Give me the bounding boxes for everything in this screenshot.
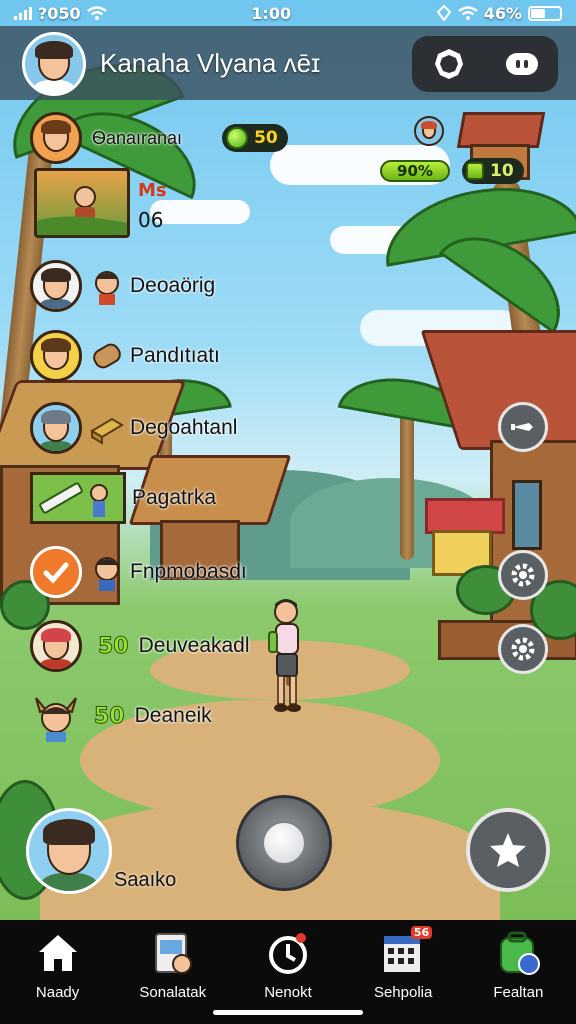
- tab-label: Sonalatak: [139, 984, 207, 1001]
- tab-badge: 56: [410, 926, 433, 939]
- house-level-icon: [466, 162, 484, 180]
- scroll-icon: [90, 337, 124, 375]
- list-item[interactable]: Fnpmobasdı: [30, 546, 247, 598]
- list-item[interactable]: Pagatrka: [30, 472, 216, 524]
- list-item-label: Pandıtıatı: [130, 344, 220, 367]
- tab-cards[interactable]: Sonalatak: [118, 930, 228, 1024]
- player-card[interactable]: [26, 808, 112, 894]
- wifi-icon: [86, 6, 107, 20]
- gear-shield-icon: [434, 49, 463, 79]
- home-icon: [38, 935, 77, 971]
- home-indicator[interactable]: [213, 1010, 363, 1015]
- gem-counter[interactable]: 50: [222, 124, 288, 152]
- gear-icon: [511, 637, 535, 661]
- player-character[interactable]: [266, 596, 314, 716]
- star-icon: [490, 833, 526, 867]
- cloud: [150, 200, 250, 224]
- list-item-label: Fnpmobasdı: [130, 560, 247, 583]
- profile-avatar[interactable]: [22, 32, 86, 96]
- task-card: [30, 472, 126, 524]
- player-avatar: [26, 808, 112, 894]
- battery-percent: 46%: [483, 3, 522, 23]
- list-item[interactable]: Deoaörig: [30, 260, 215, 312]
- special-action-button[interactable]: [466, 808, 550, 892]
- settings-button-1[interactable]: [498, 550, 548, 600]
- player-title: Kanaha Vlyana ᴧēɪ: [100, 48, 321, 78]
- tab-label: Fealtan: [493, 984, 544, 1001]
- card-icon: [154, 933, 192, 974]
- house-roof: [425, 498, 505, 534]
- carrier-text: ?050: [38, 3, 81, 23]
- settings-button[interactable]: [426, 44, 472, 84]
- pencil-icon: [39, 482, 108, 517]
- chat-bubble-icon: [505, 53, 538, 75]
- character-icon: [90, 553, 124, 591]
- avatar: [30, 620, 82, 672]
- quest-card[interactable]: [34, 168, 130, 238]
- battery-icon: [528, 5, 562, 21]
- clock: 1:00: [251, 3, 292, 23]
- signal-icon: [14, 6, 32, 20]
- progress-bar: 90%: [380, 160, 450, 182]
- location-icon: [436, 5, 452, 21]
- bottom-tab-bar: Naady Sonalatak Nenokt 56 Sehpolia Fealt…: [0, 920, 576, 1024]
- list-item-label: Deaneik: [134, 704, 212, 727]
- list-item-number: 50: [98, 633, 130, 659]
- tab-home[interactable]: Naady: [3, 930, 113, 1024]
- joystick-knob[interactable]: [262, 821, 306, 865]
- list-item[interactable]: Pandıtıatı: [30, 330, 220, 382]
- avatar: [30, 330, 82, 382]
- timer-icon: [268, 933, 307, 974]
- friend-avatar: [30, 112, 82, 164]
- palm-trunk: [400, 400, 414, 560]
- house-counter[interactable]: 10: [462, 158, 524, 184]
- character-icon: [90, 267, 124, 305]
- avatar: [30, 402, 82, 454]
- avatar: [30, 690, 82, 742]
- settings-button-2[interactable]: [498, 624, 548, 674]
- house-value: 10: [490, 161, 514, 181]
- list-item-label: Degoahtanl: [130, 416, 238, 439]
- wifi-icon: [457, 6, 478, 20]
- list-item-label: Pagatrka: [132, 486, 217, 509]
- mini-house-roof: [456, 112, 546, 148]
- list-item[interactable]: Degoahtanl: [30, 402, 237, 454]
- tab-inventory[interactable]: Fealtan: [463, 930, 573, 1024]
- gem-icon: [226, 127, 249, 149]
- joystick[interactable]: [236, 795, 332, 891]
- backpack-icon: [500, 931, 541, 975]
- list-item-number: 50: [94, 703, 126, 729]
- top-header: Kanaha Vlyana ᴧēɪ: [0, 26, 576, 100]
- list-item-label: Deoaörig: [130, 274, 216, 297]
- check-badge: [30, 546, 82, 598]
- status-bar: ?050 1:00 46%: [0, 0, 576, 26]
- avatar: [30, 260, 82, 312]
- check-icon: [43, 562, 69, 584]
- sword-icon: [511, 423, 533, 431]
- top-profile-row[interactable]: Ѳanaıranaı 50: [30, 112, 288, 164]
- tab-label: Naady: [35, 984, 80, 1001]
- list-item[interactable]: 50 Deaneik: [30, 690, 212, 742]
- chat-button[interactable]: [499, 44, 545, 84]
- quest-illustration: [37, 186, 127, 235]
- profile-name: Ѳanaıranaı: [92, 127, 183, 148]
- quest-count: 06: [138, 208, 164, 232]
- attack-button[interactable]: [498, 402, 548, 452]
- house-window: [512, 480, 542, 550]
- gear-icon: [511, 563, 535, 587]
- header-buttons: [412, 36, 558, 92]
- list-item-label: Deuveakadl: [138, 634, 250, 657]
- player-name: Saaıko: [114, 869, 177, 891]
- tab-calendar[interactable]: 56 Sehpolia: [348, 926, 458, 1024]
- tab-label: Sehpolia: [373, 984, 433, 1001]
- wood-block-icon: [90, 409, 124, 447]
- villager-avatar: [414, 116, 444, 146]
- tab-label: Nenokt: [264, 984, 312, 1001]
- list-item[interactable]: 50 Deuveakadl: [30, 620, 250, 672]
- quest-title: Ms: [138, 180, 167, 201]
- gem-value: 50: [254, 128, 278, 148]
